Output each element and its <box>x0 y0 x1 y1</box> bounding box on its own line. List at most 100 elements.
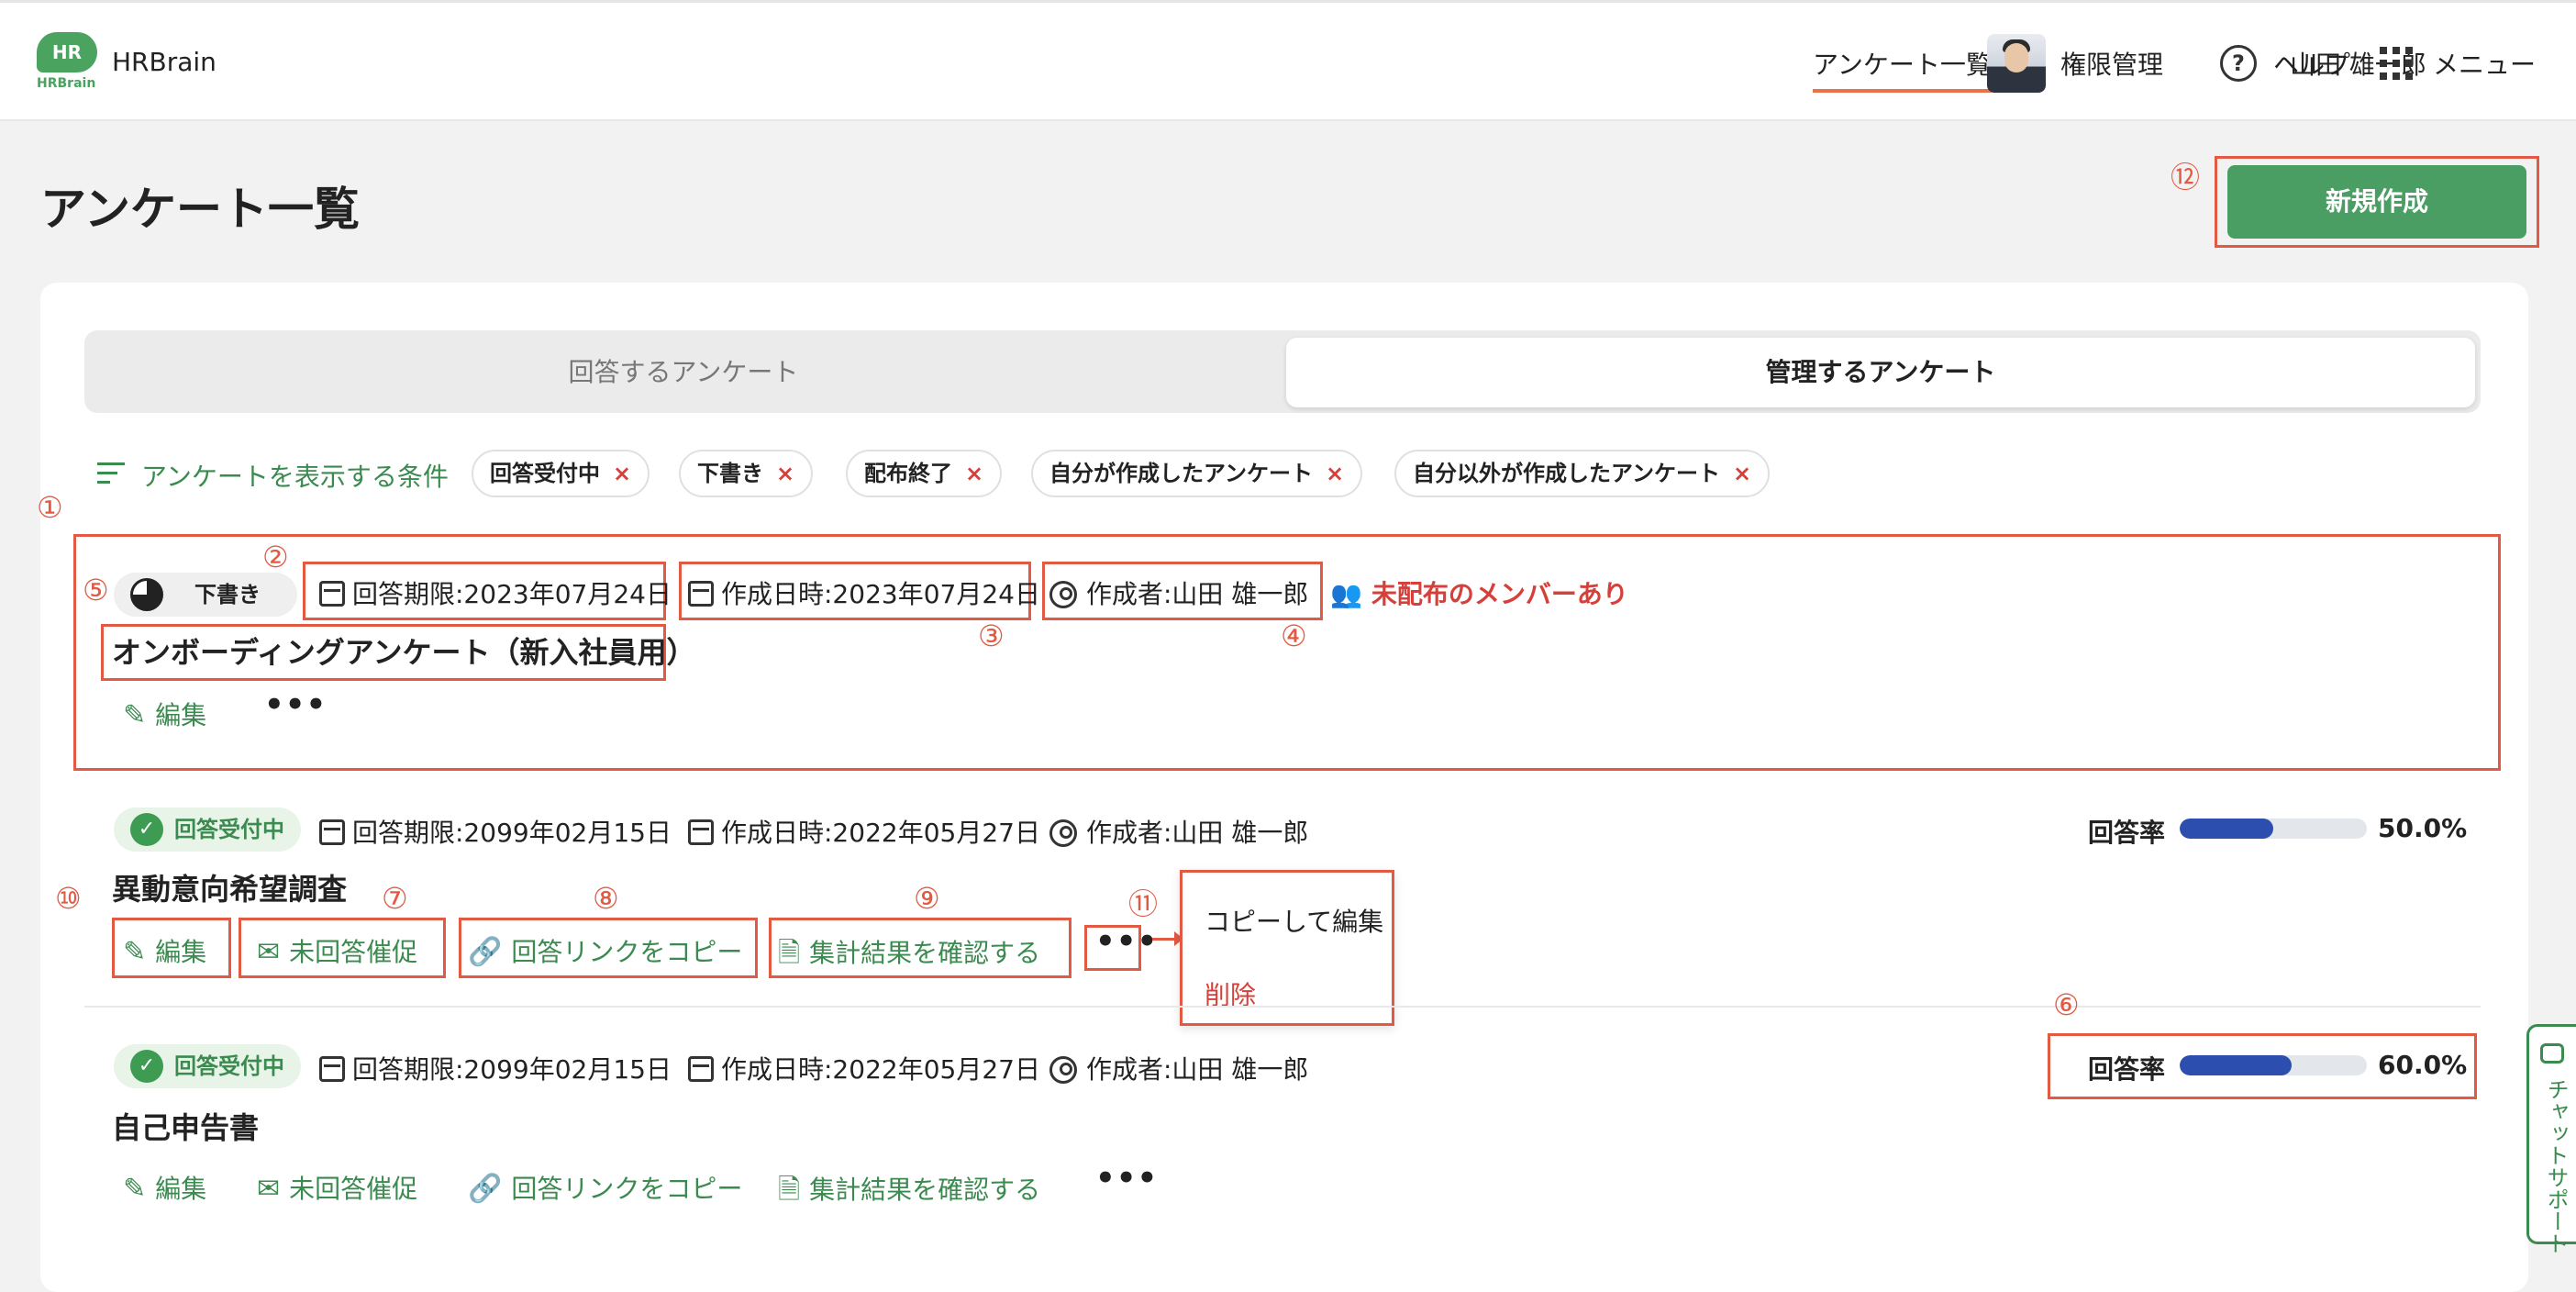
hrbrain-logo[interactable]: HR HRBrain <box>37 32 99 95</box>
response-rate-bar <box>2180 819 2367 839</box>
nav-menu[interactable]: メニュー <box>2433 45 2536 82</box>
view-results-button[interactable]: 🗎 集計結果を確認する <box>778 1169 1040 1216</box>
user-circle-icon <box>1049 581 1077 608</box>
annotation-3: ③ <box>978 618 1005 653</box>
warning-text: 未配布のメンバーあり <box>1371 579 1628 609</box>
unsent-members-warning[interactable]: 👥 未配布のメンバーあり <box>1330 574 1628 611</box>
user-circle-icon <box>1049 1056 1077 1084</box>
filter-chip-mine: 自分が作成したアンケート × <box>1031 450 1363 497</box>
menu-grid-icon[interactable] <box>2380 47 2413 80</box>
view-results-label: 集計結果を確認する <box>809 938 1041 968</box>
calendar-edit-icon <box>688 1056 714 1082</box>
arrow-indicator <box>1152 931 1183 946</box>
chip-remove-icon[interactable]: × <box>965 461 983 486</box>
link-icon: 🔗 <box>468 936 503 968</box>
survey-title[interactable]: 自己申告書 <box>112 1105 259 1147</box>
more-options-button[interactable]: ••• <box>1095 923 1158 960</box>
row-divider <box>84 1006 2481 1008</box>
chat-support-label: チャットサポート <box>2543 1078 2569 1254</box>
survey-author: 作成者:山田 雄一郎 <box>1049 574 1308 611</box>
survey-title[interactable]: オンボーディングアンケート（新入社員用） <box>112 629 695 672</box>
survey-card <box>40 283 2528 1292</box>
created-text: 作成日時:2022年05月27日 <box>721 1054 1040 1085</box>
chat-bubble-icon <box>2540 1043 2564 1064</box>
tab-manage-surveys[interactable]: 管理するアンケート <box>1286 338 2475 407</box>
edit-button[interactable]: ✎ 編集 <box>123 1169 206 1206</box>
remind-button[interactable]: ✉ 未回答催促 <box>257 1169 417 1206</box>
chip-label: 回答受付中 <box>490 461 600 486</box>
filter-conditions-link[interactable]: アンケートを表示する条件 <box>141 457 449 494</box>
chip-remove-icon[interactable]: × <box>1733 461 1751 486</box>
document-search-icon: 🗎 <box>778 1174 801 1206</box>
chip-label: 下書き <box>697 461 763 486</box>
filter-icon <box>97 462 125 486</box>
document-search-icon: 🗎 <box>778 937 801 969</box>
author-text: 作成者:山田 雄一郎 <box>1086 1054 1309 1085</box>
view-results-button[interactable]: 🗎 集計結果を確認する <box>778 932 1040 979</box>
edit-button[interactable]: ✎ 編集 <box>123 932 206 969</box>
nav-help[interactable]: ヘルプ <box>2273 45 2350 82</box>
filter-chip-closed: 配布終了 × <box>846 450 1003 497</box>
more-options-button[interactable]: ••• <box>264 686 327 723</box>
chip-label: 自分以外が作成したアンケート <box>1413 461 1721 486</box>
filter-chip-others: 自分以外が作成したアンケート × <box>1394 450 1771 497</box>
pencil-icon: ✎ <box>123 1173 147 1205</box>
user-avatar[interactable] <box>1987 34 2046 93</box>
survey-author: 作成者:山田 雄一郎 <box>1049 1050 1308 1086</box>
survey-deadline: 回答期限:2023年07月24日 <box>319 574 672 611</box>
chip-label: 配布終了 <box>864 461 952 486</box>
response-rate-fill <box>2180 1055 2293 1075</box>
menu-item-copy-edit[interactable]: コピーして編集 <box>1205 902 1383 939</box>
more-options-button[interactable]: ••• <box>1095 1160 1158 1197</box>
brand-name: HRBrain <box>112 47 217 77</box>
chat-support-tab[interactable]: チャットサポート <box>2526 1024 2576 1254</box>
help-icon[interactable]: ? <box>2220 45 2257 82</box>
annotation-1: ① <box>37 490 63 525</box>
nav-survey-list[interactable]: アンケート一覧 <box>1813 45 1992 93</box>
mail-icon: ✉ <box>257 1173 281 1205</box>
response-rate-label: 回答率 <box>2088 1054 2166 1085</box>
copy-link-button[interactable]: 🔗 回答リンクをコピー <box>468 1169 742 1206</box>
top-header: HR HRBrain HRBrain アンケート一覧 権限管理 山田 雄一郎 ?… <box>0 0 2576 121</box>
created-text: 作成日時:2022年05月27日 <box>721 818 1040 848</box>
response-rate-label: 回答率 <box>2088 818 2166 848</box>
annotation-6: ⑥ <box>2053 987 2080 1022</box>
author-text: 作成者:山田 雄一郎 <box>1086 818 1309 848</box>
survey-created: 作成日時:2022年05月27日 <box>688 1050 1040 1086</box>
annotation-2: ② <box>262 540 289 574</box>
copy-link-button[interactable]: 🔗 回答リンクをコピー <box>468 932 742 969</box>
annotation-9: ⑨ <box>914 881 940 916</box>
deadline-text: 回答期限:2099年02月15日 <box>352 1054 672 1085</box>
response-rate-value: 60.0% <box>2378 1050 2468 1080</box>
pencil-icon: ✎ <box>123 936 147 968</box>
user-circle-icon <box>1049 819 1077 847</box>
view-results-label: 集計結果を確認する <box>809 1175 1041 1205</box>
created-text: 作成日時:2023年07月24日 <box>721 579 1040 609</box>
edit-label: 編集 <box>155 937 207 967</box>
remind-label: 未回答催促 <box>289 937 418 967</box>
author-text: 作成者:山田 雄一郎 <box>1086 579 1309 609</box>
survey-deadline: 回答期限:2099年02月15日 <box>319 1050 672 1086</box>
tab-answer-surveys[interactable]: 回答するアンケート <box>92 338 1275 407</box>
remind-button[interactable]: ✉ 未回答催促 <box>257 932 417 969</box>
calendar-icon <box>319 581 345 607</box>
link-icon: 🔗 <box>468 1173 503 1205</box>
logo-subtext: HRBrain <box>37 76 96 91</box>
more-options-menu: コピーして編集 削除 <box>1180 870 1394 1026</box>
survey-title[interactable]: 異動意向希望調査 <box>112 866 347 908</box>
chip-remove-icon[interactable]: × <box>613 461 631 486</box>
calendar-edit-icon <box>688 819 714 845</box>
new-survey-button[interactable]: 新規作成 <box>2227 165 2526 239</box>
survey-deadline: 回答期限:2099年02月15日 <box>319 813 672 850</box>
edit-label: 編集 <box>155 700 207 730</box>
check-circle-icon: ✓ <box>130 1050 163 1083</box>
chip-remove-icon[interactable]: × <box>1326 461 1344 486</box>
remind-label: 未回答催促 <box>289 1174 418 1204</box>
filter-chip-open: 回答受付中 × <box>472 450 650 497</box>
annotation-4: ④ <box>1281 618 1307 653</box>
chip-remove-icon[interactable]: × <box>776 461 794 486</box>
edit-label: 編集 <box>155 1174 207 1204</box>
edit-button[interactable]: ✎ 編集 <box>123 696 206 732</box>
copy-link-label: 回答リンクをコピー <box>511 1174 743 1204</box>
filter-chip-draft: 下書き × <box>679 450 814 497</box>
